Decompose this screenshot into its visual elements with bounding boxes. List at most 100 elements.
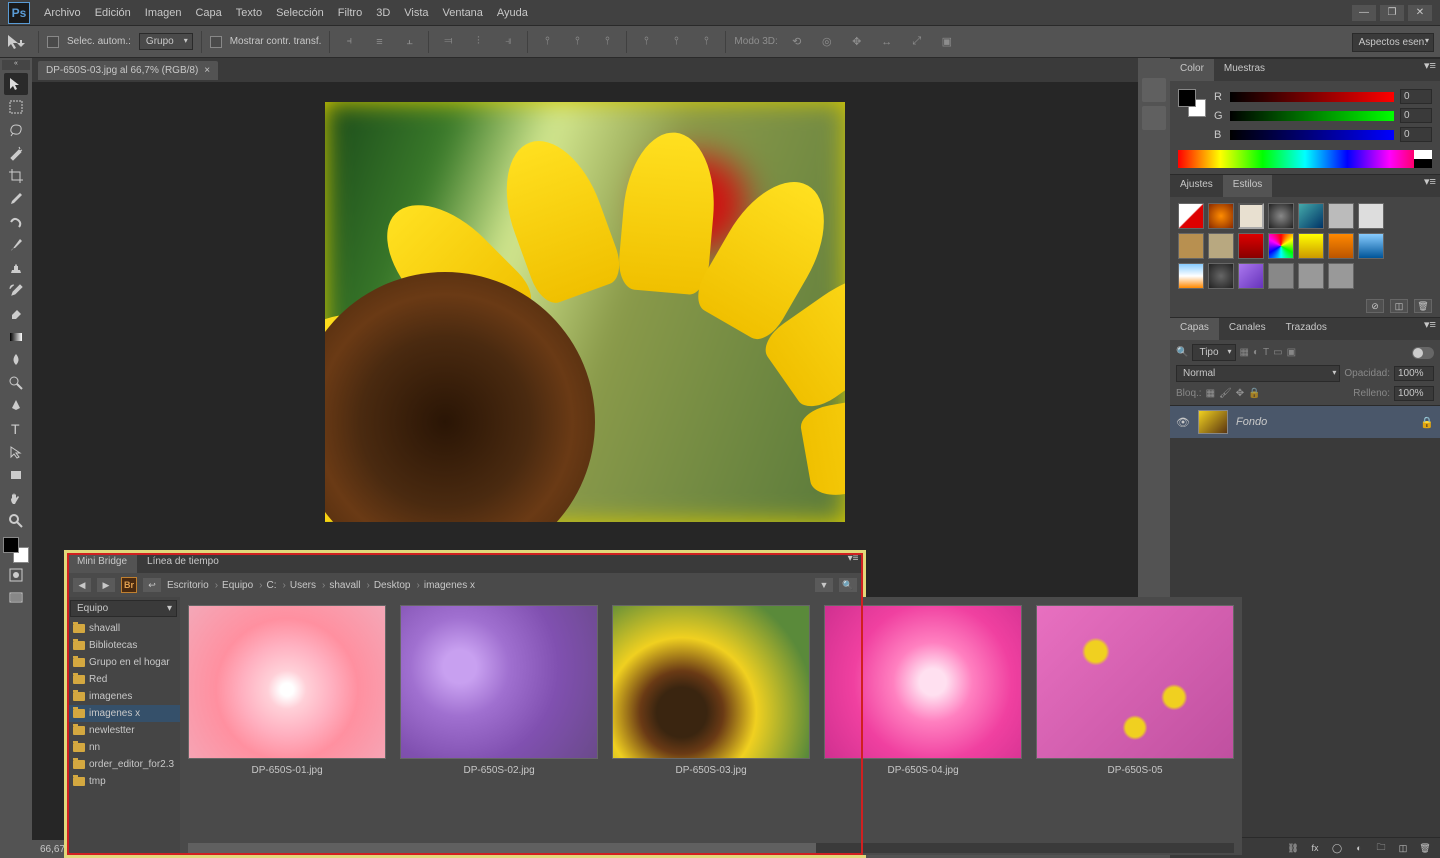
tab-timeline[interactable]: Línea de tiempo <box>137 553 229 573</box>
color-panel-menu-icon[interactable]: ▾≡ <box>1420 59 1440 81</box>
layer-style-icon[interactable]: fx <box>1306 841 1324 855</box>
style-swatch[interactable] <box>1208 233 1234 259</box>
adjustment-layer-icon[interactable]: ◐ <box>1350 841 1368 855</box>
menu-seleccion[interactable]: Selección <box>276 7 324 19</box>
align-left-icon[interactable]: ⫤ <box>437 31 459 53</box>
lasso-tool[interactable] <box>4 119 28 141</box>
bridge-logo-icon[interactable]: Br <box>121 577 137 593</box>
menu-vista[interactable]: Vista <box>404 7 428 19</box>
distribute-6-icon[interactable]: ⫯ <box>695 31 717 53</box>
tab-paths[interactable]: Trazados <box>1276 318 1337 340</box>
tab-mini-bridge[interactable]: Mini Bridge <box>67 553 137 573</box>
menu-filtro[interactable]: Filtro <box>338 7 362 19</box>
link-layers-icon[interactable]: ⛓ <box>1284 841 1302 855</box>
filter-toggle[interactable] <box>1412 347 1434 359</box>
layer-thumbnail[interactable] <box>1198 410 1228 434</box>
align-right-icon[interactable]: ⫣ <box>497 31 519 53</box>
layer-mask-icon[interactable]: ◯ <box>1328 841 1346 855</box>
bc-equipo[interactable]: Equipo <box>222 580 262 591</box>
tab-swatches[interactable]: Muestras <box>1214 59 1275 81</box>
lock-pixels-icon[interactable]: 🖌 <box>1219 388 1232 399</box>
menu-3d[interactable]: 3D <box>376 7 390 19</box>
visibility-icon[interactable]: 👁 <box>1176 416 1190 429</box>
show-transform-checkbox[interactable] <box>210 36 222 48</box>
style-swatch[interactable] <box>1298 263 1324 289</box>
layers-panel-menu-icon[interactable]: ▾≡ <box>1420 318 1440 340</box>
workspace-preset-dropdown[interactable]: Aspectos esen. <box>1352 33 1434 52</box>
style-swatch[interactable] <box>1358 233 1384 259</box>
filter-type-icon[interactable]: T <box>1263 347 1269 358</box>
lock-transparent-icon[interactable]: ▦ <box>1206 388 1215 399</box>
new-style-icon[interactable]: ◫ <box>1390 299 1408 313</box>
hand-tool[interactable] <box>4 487 28 509</box>
bridge-scrollbar[interactable] <box>188 843 1234 853</box>
menu-imagen[interactable]: Imagen <box>145 7 182 19</box>
distribute-4-icon[interactable]: ⫯ <box>635 31 657 53</box>
tools-collapse[interactable]: « <box>2 60 30 70</box>
layer-name[interactable]: Fondo <box>1236 416 1267 428</box>
auto-select-dropdown[interactable]: Grupo <box>139 33 193 50</box>
eyedropper-tool[interactable] <box>4 188 28 210</box>
fill-value[interactable]: 100% <box>1394 386 1434 401</box>
lock-all-icon[interactable]: 🔒 <box>1248 388 1260 399</box>
filter-adjust-icon[interactable]: ◐ <box>1253 347 1259 358</box>
style-swatch[interactable] <box>1268 263 1294 289</box>
tab-channels[interactable]: Canales <box>1219 318 1276 340</box>
thumbnail-item[interactable]: DP-650S-05 <box>1036 605 1234 839</box>
color-swatches[interactable] <box>3 537 29 563</box>
bc-shavall[interactable]: shavall <box>329 580 369 591</box>
healing-brush-tool[interactable] <box>4 211 28 233</box>
tab-color[interactable]: Color <box>1170 59 1214 81</box>
marquee-tool[interactable] <box>4 96 28 118</box>
maximize-button[interactable]: ❐ <box>1380 5 1404 21</box>
filter-shape-icon[interactable]: ▭ <box>1273 347 1282 358</box>
dodge-tool[interactable] <box>4 372 28 394</box>
3d-slide-icon[interactable]: ↔ <box>876 31 898 53</box>
color-swatch-mini[interactable] <box>1178 89 1206 117</box>
distribute-3-icon[interactable]: ⫯ <box>596 31 618 53</box>
style-swatch[interactable] <box>1268 203 1294 229</box>
history-panel-icon[interactable] <box>1142 78 1166 102</box>
style-swatch[interactable] <box>1208 263 1234 289</box>
style-swatch[interactable] <box>1178 233 1204 259</box>
bridge-forward-button[interactable]: ▶ <box>97 578 115 592</box>
blend-mode-dropdown[interactable]: Normal <box>1176 365 1340 382</box>
tab-styles[interactable]: Estilos <box>1223 175 1272 197</box>
tree-item[interactable]: newlestter <box>67 722 180 739</box>
3d-camera-icon[interactable]: ▣ <box>936 31 958 53</box>
rectangle-tool[interactable] <box>4 464 28 486</box>
blur-tool[interactable] <box>4 349 28 371</box>
layer-item[interactable]: 👁 Fondo 🔒 <box>1170 406 1440 438</box>
path-selection-tool[interactable] <box>4 441 28 463</box>
3d-pan-icon[interactable]: ✥ <box>846 31 868 53</box>
tree-item[interactable]: Grupo en el hogar <box>67 654 180 671</box>
tree-item[interactable]: nn <box>67 739 180 756</box>
3d-rotate-icon[interactable]: ⟲ <box>786 31 808 53</box>
style-swatch[interactable] <box>1328 233 1354 259</box>
tree-item[interactable]: tmp <box>67 773 180 790</box>
style-swatch[interactable] <box>1238 233 1264 259</box>
style-swatch[interactable] <box>1268 233 1294 259</box>
g-slider[interactable] <box>1230 111 1394 121</box>
eraser-tool[interactable] <box>4 303 28 325</box>
tree-item[interactable]: imagenes x <box>67 705 180 722</box>
menu-archivo[interactable]: Archivo <box>44 7 81 19</box>
3d-scale-icon[interactable]: ⤢ <box>906 31 928 53</box>
style-swatch[interactable] <box>1298 233 1324 259</box>
layer-filter-dropdown[interactable]: Tipo <box>1192 344 1235 361</box>
tree-item[interactable]: order_editor_for2.3 <box>67 756 180 773</box>
properties-panel-icon[interactable] <box>1142 106 1166 130</box>
tree-item[interactable]: shavall <box>67 620 180 637</box>
styles-panel-menu-icon[interactable]: ▾≡ <box>1420 175 1440 197</box>
style-swatch[interactable] <box>1328 203 1354 229</box>
crop-tool[interactable] <box>4 165 28 187</box>
style-swatch[interactable] <box>1178 203 1204 229</box>
align-hcenter-icon[interactable]: ⫶ <box>467 31 489 53</box>
menu-ayuda[interactable]: Ayuda <box>497 7 528 19</box>
menu-texto[interactable]: Texto <box>236 7 262 19</box>
bc-escritorio[interactable]: Escritorio <box>167 580 218 591</box>
thumbnail-item[interactable]: DP-650S-04.jpg <box>824 605 1022 839</box>
menu-ventana[interactable]: Ventana <box>443 7 483 19</box>
magic-wand-tool[interactable] <box>4 142 28 164</box>
bridge-panel-menu-icon[interactable]: ▾≡ <box>843 553 863 573</box>
